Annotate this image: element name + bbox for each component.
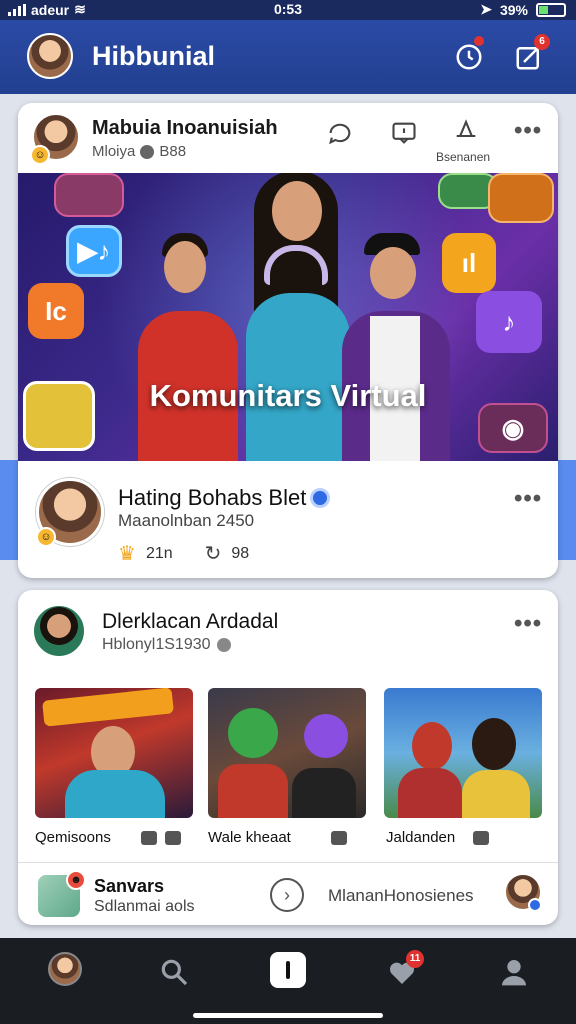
share-icon — [456, 119, 476, 138]
close-tag-icon — [165, 831, 182, 846]
caption-icon — [141, 831, 158, 846]
nav-home-avatar[interactable] — [48, 952, 82, 986]
verified-icon — [310, 488, 331, 508]
footer-link[interactable]: MlananHonosienes — [328, 886, 474, 906]
person-right — [336, 211, 456, 461]
gallery-label-2-text: Wale kheaat — [208, 829, 291, 846]
nav-create[interactable] — [270, 952, 306, 988]
clock-refresh-icon — [456, 44, 482, 70]
post-author-name[interactable]: Mabuia Inoanuisiah — [92, 117, 278, 140]
compose-button[interactable]: 6 — [512, 34, 550, 74]
more-options-button[interactable]: ••• — [514, 117, 542, 145]
shared-meta: Maanolnban 2450 — [118, 511, 255, 530]
post2-meta-text: Hblonyl1S1930 — [102, 636, 211, 653]
comment-button[interactable] — [326, 119, 356, 149]
nav-likes[interactable]: 11 — [382, 950, 424, 992]
share-button[interactable] — [452, 115, 482, 145]
music-note-icon: ♪ — [476, 291, 542, 353]
share-arrow-icon[interactable]: ↻ — [205, 541, 222, 566]
post2-meta: Hblonyl1S1930 — [102, 636, 231, 654]
post2-more-button[interactable]: ••• — [514, 610, 542, 638]
post2-author-avatar[interactable] — [32, 604, 86, 658]
shared-author-row: Hating Bohabs Blet — [118, 485, 331, 511]
message-icon — [392, 122, 416, 144]
likes-badge: 11 — [406, 950, 424, 968]
post-meta-number: B88 — [159, 143, 187, 160]
post-meta-text: Mloiya — [92, 143, 136, 160]
shared-author-name[interactable]: Hating Bohabs Blet — [118, 485, 306, 511]
reaction-row: ♛ 21n ↻ 98 — [118, 541, 249, 566]
video-tile-icon — [54, 173, 124, 217]
message-button[interactable] — [390, 119, 420, 149]
globe-icon — [216, 638, 231, 652]
nav-search[interactable] — [154, 952, 194, 992]
profile-avatar[interactable] — [27, 33, 73, 79]
bottom-nav: 11 — [0, 938, 576, 1024]
gallery-thumb-3[interactable] — [384, 688, 542, 818]
shared-more-button[interactable]: ••• — [514, 485, 542, 513]
post-card-1: ☺ Mabuia Inoanuisiah Mloiya B88 Bsenanen… — [18, 103, 558, 578]
gallery-label-2: Wale kheaat — [208, 829, 347, 846]
app-badge-icon: Ic — [28, 283, 84, 339]
create-icon — [286, 961, 290, 979]
forward-arrow-icon[interactable]: › — [270, 878, 304, 912]
person-left — [118, 213, 248, 461]
crown-icon[interactable]: ♛ — [118, 541, 136, 566]
app-title: Hibbunial — [92, 41, 215, 71]
close-tag-icon — [331, 831, 347, 846]
emoji-reaction-icon: ☻ — [66, 870, 86, 890]
post-banner-image[interactable]: ▶♪ Ic ıl ♪ ◉ Komunitars Virtual — [18, 173, 558, 461]
emoji-badge-icon: ☺ — [30, 145, 50, 165]
post2-author-name[interactable]: Dlerklacan Ardadal — [102, 610, 278, 634]
notification-badge — [474, 36, 484, 46]
globe-icon — [140, 144, 155, 159]
emoji-reaction-icon: ☺ — [36, 527, 56, 547]
shares-count: 98 — [231, 544, 250, 562]
person-icon — [502, 960, 526, 986]
footer-subtitle: Sdlanmai aols — [94, 898, 195, 915]
gallery-label-1: Qemisoons — [35, 829, 182, 846]
play-note-icon: ▶♪ — [66, 225, 122, 277]
gallery-label-3: Jaldanden — [386, 829, 490, 846]
likes-count: 21n — [145, 544, 173, 562]
gallery-label-3-text: Jaldanden — [386, 829, 456, 846]
search-icon — [161, 959, 188, 986]
home-indicator — [193, 1013, 383, 1018]
status-bar: adeur ≋ 0:53 ➤ 39% — [0, 0, 576, 20]
app-header: Hibbunial 6 — [0, 20, 576, 94]
footer-title[interactable]: Sanvars — [94, 876, 164, 897]
nav-profile[interactable] — [494, 952, 534, 992]
share-label: Bsenanen — [436, 150, 491, 164]
profile-tile-icon — [488, 173, 554, 223]
gallery-label-1-text: Qemisoons — [35, 829, 111, 846]
battery-percent: 39% — [499, 1, 528, 18]
online-badge-icon — [528, 898, 542, 912]
banner-title: Komunitars Virtual — [149, 378, 427, 413]
location-icon: ➤ — [480, 1, 492, 17]
bookmark-icon — [473, 831, 490, 846]
compose-badge: 6 — [534, 34, 550, 50]
gallery-thumb-2[interactable] — [208, 688, 366, 818]
notifications-button[interactable] — [452, 36, 486, 74]
post-meta: Mloiya B88 — [92, 143, 186, 160]
post-card-2: Dlerklacan Ardadal Hblonyl1S1930 ••• Qem… — [18, 590, 558, 925]
chat-bubble-icon — [329, 123, 351, 145]
gallery-thumb-1[interactable] — [35, 688, 193, 818]
battery-icon — [536, 2, 566, 17]
divider — [18, 862, 558, 863]
